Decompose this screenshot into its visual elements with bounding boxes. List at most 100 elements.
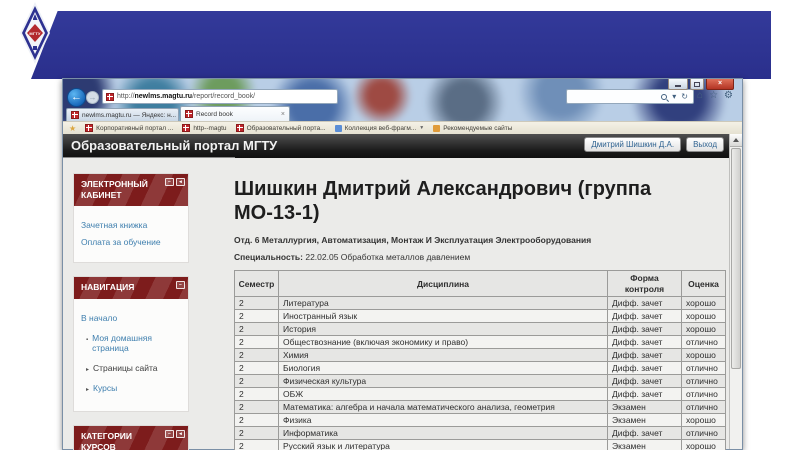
- block-body: Зачетная книжка Оплата за обучение: [74, 206, 188, 262]
- specialty-value: 22.02.05 Обработка металлов давлением: [305, 252, 471, 263]
- table-row: 2 Литература Дифф. зачет хорошо: [234, 296, 726, 311]
- scroll-up-button[interactable]: [730, 134, 742, 147]
- cell-semester: 2: [234, 361, 279, 376]
- specialty-line: Специальность: 22.02.05 Обработка металл…: [234, 252, 726, 262]
- bookmark-web-slices[interactable]: Коллекция веб-фрагм... ▼: [334, 124, 424, 132]
- cell-discipline: Обществознание (включая экономику и прав…: [278, 335, 608, 350]
- cell-semester: 2: [234, 426, 279, 441]
- refresh-icon[interactable]: ↻: [681, 92, 688, 101]
- header-buttons: Дмитрий Шишкин Д.А. Выход: [584, 137, 724, 152]
- bookmark-corporate-portal[interactable]: Корпоративный портал ...: [85, 124, 173, 132]
- sidebar-item-tuition-payment[interactable]: Оплата за обучение: [81, 237, 182, 247]
- collapse-icon[interactable]: −: [165, 178, 174, 186]
- sidebar-item-courses[interactable]: ▸ Курсы: [86, 383, 182, 393]
- cell-semester: 2: [234, 296, 279, 311]
- maximize-button[interactable]: [690, 79, 704, 90]
- site-favicon: [106, 92, 114, 101]
- cell-control-form: Экзамен: [607, 439, 682, 450]
- window-controls: ×: [668, 79, 734, 90]
- mgtu-logo: МГТУ: [20, 2, 50, 64]
- tab-label: Record book: [196, 110, 233, 118]
- scrollbar-thumb[interactable]: [731, 148, 741, 369]
- department-line: Отд. 6 Металлургия, Автоматизация, Монта…: [234, 235, 592, 246]
- bookmark-edu-portal[interactable]: Образовательный порта...: [235, 124, 326, 132]
- add-favorite-star-icon[interactable]: ★: [69, 124, 76, 133]
- favorites-star-icon[interactable]: ☆: [709, 90, 718, 102]
- user-profile-button[interactable]: Дмитрий Шишкин Д.А.: [584, 137, 682, 152]
- bookmark-suggested-sites[interactable]: Рекомендуемые сайты: [433, 124, 512, 132]
- cell-grade: отлично: [681, 387, 726, 402]
- arrow-bullet-icon: ▸: [86, 367, 90, 374]
- cell-control-form: Экзамен: [607, 400, 682, 415]
- col-grade: Оценка: [681, 270, 726, 298]
- tab-yandex[interactable]: newlms.magtu.ru — Яндекс: н...: [66, 108, 179, 121]
- cell-control-form: Дифф. зачет: [607, 374, 682, 389]
- minimize-button[interactable]: [668, 79, 688, 90]
- table-row: 2 ОБЖ Дифф. зачет отлично: [234, 387, 726, 402]
- block-title: КАТЕГОРИИ КУРСОВ: [81, 431, 132, 450]
- search-icon[interactable]: [661, 93, 668, 100]
- table-row: 2 Обществознание (включая экономику и пр…: [234, 335, 726, 350]
- browser-chrome: × ← → http://newlms.magtu.ru/report/reco…: [63, 79, 742, 134]
- address-bar[interactable]: http://newlms.magtu.ru/report/record_boo…: [102, 89, 338, 104]
- cell-semester: 2: [234, 387, 279, 402]
- close-button[interactable]: ×: [706, 79, 734, 90]
- web-slices-icon: [334, 124, 342, 132]
- table-row: 2 Физика Экзамен хорошо: [234, 413, 726, 428]
- autocomplete-caret-icon[interactable]: ▾: [672, 92, 676, 101]
- forward-button[interactable]: →: [86, 91, 99, 104]
- table-row: 2 Биология Дифф. зачет отлично: [234, 361, 726, 376]
- cell-grade: хорошо: [681, 413, 726, 428]
- cell-grade: хорошо: [681, 439, 726, 450]
- cell-discipline: Иностранный язык: [278, 309, 608, 324]
- tab-bar: newlms.magtu.ru — Яндекс: н... Record bo…: [63, 106, 742, 121]
- sidebar-item-site-pages[interactable]: ▸ Страницы сайта: [86, 363, 182, 373]
- bookmark-http-magtu[interactable]: http--magtu: [182, 124, 227, 132]
- settings-gear-icon[interactable]: ⚙: [724, 90, 733, 102]
- arrow-bullet-icon: ▸: [86, 387, 90, 394]
- back-button[interactable]: ←: [67, 88, 86, 107]
- table-row: 2 Русский язык и литература Экзамен хоро…: [234, 439, 726, 450]
- cell-discipline: Химия: [278, 348, 608, 363]
- slide-banner: [31, 11, 771, 79]
- block-header: НАВИГАЦИЯ −: [74, 277, 188, 299]
- cell-control-form: Дифф. зачет: [607, 361, 682, 376]
- collapse-icon[interactable]: −: [176, 281, 185, 290]
- dock-icon[interactable]: ◂: [176, 430, 185, 439]
- cell-control-form: Дифф. зачет: [607, 309, 682, 324]
- logo-crown-mark: [33, 46, 37, 50]
- portal-title: Образовательный портал МГТУ: [71, 138, 278, 153]
- sidebar-item-my-home[interactable]: ▪ Моя домашняя страница: [86, 333, 182, 353]
- collapse-icon[interactable]: −: [165, 430, 174, 439]
- portal-header: Образовательный портал МГТУ Дмитрий Шишк…: [63, 134, 729, 158]
- tab-favicon: [185, 110, 193, 118]
- sidebar-item-home[interactable]: В начало: [81, 313, 182, 323]
- cell-semester: 2: [234, 348, 279, 363]
- page-scrollbar[interactable]: [729, 134, 742, 449]
- logo-text: МГТУ: [29, 30, 41, 36]
- sidebar-item-record-book[interactable]: Зачетная книжка: [81, 220, 182, 230]
- dock-icon[interactable]: ◂: [176, 178, 185, 186]
- url-text: http://newlms.magtu.ru/report/record_boo…: [117, 93, 256, 100]
- tab-close-icon[interactable]: ×: [281, 111, 285, 118]
- bookmark-favicon: [85, 124, 94, 132]
- block-title: ЭЛЕКТРОННЫЙ КАБИНЕТ: [81, 179, 148, 201]
- tab-record-book[interactable]: Record book ×: [180, 106, 290, 121]
- cell-discipline: Математика: алгебра и начала математичес…: [278, 400, 608, 415]
- minimize-icon: [675, 85, 681, 87]
- toolbar-icons: ⌂ ☆ ⚙: [697, 90, 733, 102]
- cell-control-form: Дифф. зачет: [607, 296, 682, 311]
- portal-page: Образовательный портал МГТУ Дмитрий Шишк…: [63, 134, 742, 450]
- home-icon[interactable]: ⌂: [697, 90, 703, 102]
- presentation-slide: МГТУ × ← → http://newlms.magtu.ru/report…: [0, 0, 800, 450]
- cell-semester: 2: [234, 400, 279, 415]
- bookmark-favicon: [182, 124, 191, 132]
- search-box[interactable]: ▾ ↻: [566, 89, 694, 104]
- block-controls: − ◂: [165, 178, 185, 186]
- cell-control-form: Дифф. зачет: [607, 348, 682, 363]
- col-control-form: Форма контроля: [607, 270, 682, 298]
- logout-button[interactable]: Выход: [686, 137, 724, 152]
- cell-semester: 2: [234, 309, 279, 324]
- square-bullet-icon: ▪: [86, 336, 89, 343]
- suggested-sites-icon: [433, 124, 441, 132]
